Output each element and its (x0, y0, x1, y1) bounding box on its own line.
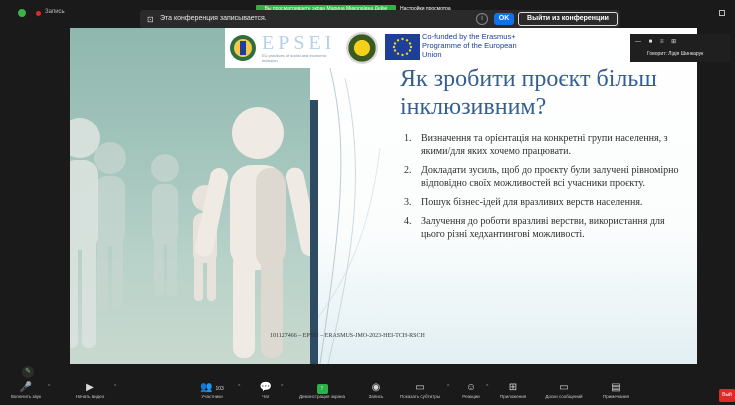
slide-divider-bar (310, 100, 318, 364)
chat-button[interactable]: 💬 Чат (256, 382, 276, 399)
people-photo (70, 28, 310, 364)
whiteboard-button[interactable]: ▭ Доски сообщений (538, 382, 590, 399)
list-item: 1. Визначення та орієнтація на конкретні … (404, 133, 668, 157)
view-switch-icons[interactable]: — ■ ≡ ⊞ (635, 38, 679, 45)
participants-count: 103 (215, 386, 224, 392)
recording-dot-icon (36, 11, 41, 16)
slide-footer: 101127466 – EPSEI – ERASMUS-JMO-2023-HEI… (270, 333, 425, 339)
participants-button[interactable]: 👥 103 Участники (192, 382, 232, 399)
slide-title: Як зробити проєкт більш інклюзивним? (400, 66, 657, 120)
fullscreen-icon[interactable] (719, 10, 725, 16)
share-screen-icon: ↑ (316, 384, 328, 394)
whiteboard-icon: ▭ (559, 382, 569, 393)
start-video-button[interactable]: ▶ Начать видео (68, 382, 112, 399)
epsei-subtitle: EU practices of social and economic incl… (262, 53, 327, 63)
captions-options-caret[interactable]: ^ (447, 384, 449, 390)
apps-icon: ⊞ (508, 382, 518, 393)
speaker-label: Говорит: Лідія Шинкарук (647, 51, 704, 57)
epsei-logo: EPSEI (262, 32, 336, 54)
zoom-meeting-window: Запись Вы просматриваете экран Марина Ми… (0, 0, 735, 405)
reactions-button[interactable]: ☺ Реакции (456, 382, 486, 399)
pen-icon[interactable]: ✎ (22, 366, 34, 378)
captions-button[interactable]: ▭ Показать субтитры (395, 382, 445, 399)
round-emblem-logo (346, 32, 378, 64)
ok-button[interactable]: OK (494, 13, 514, 25)
shared-slide: EPSEI EU practices of social and economi… (70, 28, 697, 364)
list-item: 3. Пошук бізнес-ідей для вразливих верств… (404, 197, 643, 208)
recording-label: Запись (45, 9, 65, 15)
notes-button[interactable]: ▤ Примечания (596, 382, 636, 399)
end-meeting-button[interactable]: Вый (719, 389, 735, 402)
people-icon: 👥 (200, 382, 213, 393)
leave-meeting-button[interactable]: Выйти из конференции (518, 12, 618, 26)
mute-button[interactable]: 🎤 Включить звук (6, 382, 46, 399)
list-item: 4. Залучення до роботи вразливі верстви, … (404, 216, 665, 240)
recording-notice-icon: ⊡ (147, 15, 154, 24)
video-off-icon: ▶ (86, 382, 94, 393)
coat-of-arms-logo (230, 35, 256, 61)
record-button[interactable]: ◉ Запись (362, 382, 390, 399)
shield-icon[interactable] (18, 9, 26, 17)
video-options-caret[interactable]: ^ (114, 384, 116, 390)
list-item: 2. Докладати зусиль, щоб до проєкту були … (404, 165, 679, 189)
reactions-options-caret[interactable]: ^ (486, 384, 488, 390)
slide-bullet-list: 1. Визначення та орієнтація на конкретні … (404, 132, 684, 247)
recording-notice: ⊡ Эта конференция записывается. i OK Вый… (140, 10, 620, 28)
emoji-icon: ☺ (465, 382, 477, 393)
share-screen-button[interactable]: ↑ Демонстрация экрана (290, 382, 354, 399)
meeting-toolbar: 🎤 Включить звук ^ ▶ Начать видео ^ 👥 103… (0, 380, 735, 405)
eu-flag-logo (385, 34, 420, 60)
mic-muted-icon: 🎤 (19, 382, 33, 393)
cc-icon: ▭ (415, 382, 425, 393)
notes-icon: ▤ (611, 382, 621, 393)
info-icon[interactable]: i (476, 13, 488, 25)
eu-funding-text: Co-funded by the Erasmus+ Programme of t… (422, 32, 517, 59)
record-icon: ◉ (371, 382, 381, 393)
chat-options-caret[interactable]: ^ (281, 384, 283, 390)
mute-options-caret[interactable]: ^ (48, 384, 50, 390)
recording-notice-text: Эта конференция записывается. (160, 15, 267, 22)
active-speaker-panel[interactable]: — ■ ≡ ⊞ Говорит: Лідія Шинкарук (630, 34, 730, 62)
participants-options-caret[interactable]: ^ (238, 384, 240, 390)
chat-icon: 💬 (259, 382, 273, 393)
apps-button[interactable]: ⊞ Приложения (492, 382, 534, 399)
